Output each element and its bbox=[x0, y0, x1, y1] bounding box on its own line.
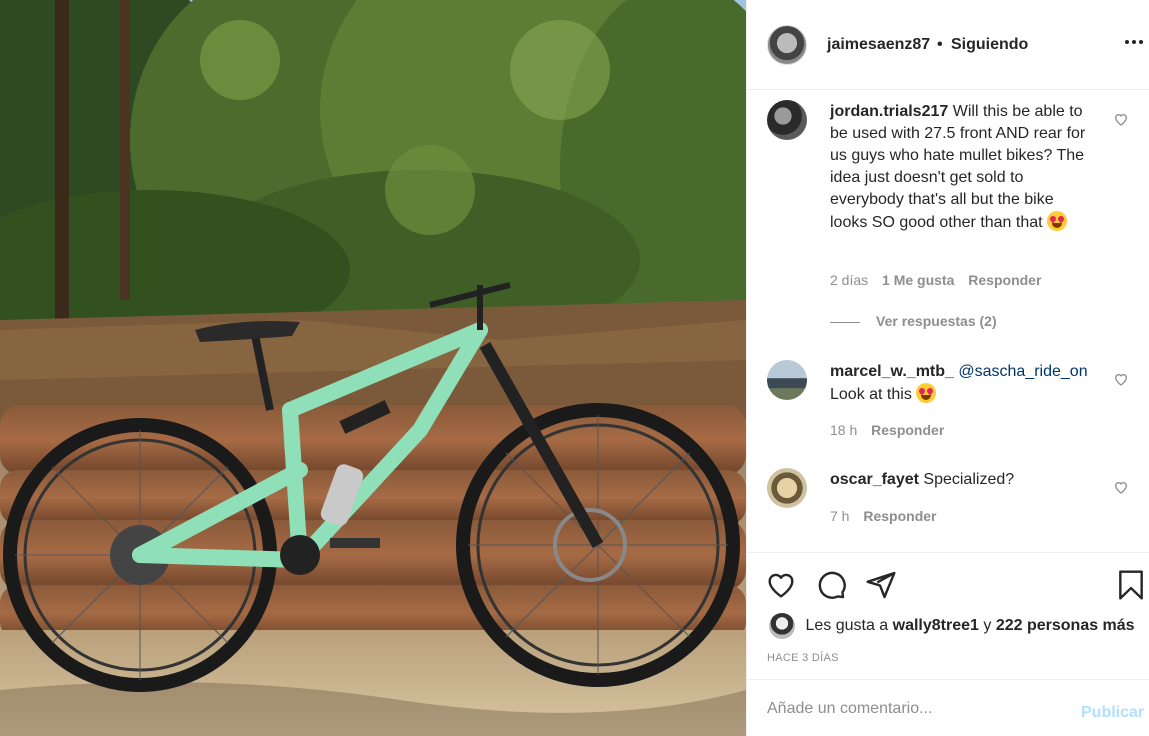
likes-prefix: Les gusta a bbox=[805, 617, 889, 635]
comment-like-heart-icon[interactable] bbox=[1113, 371, 1129, 387]
add-comment-bar: Publicar bbox=[747, 679, 1149, 736]
comment-username[interactable]: oscar_fayet bbox=[830, 471, 919, 488]
post-header: jaimesaenz87 • Siguiendo bbox=[747, 0, 1149, 90]
bookmark-icon[interactable] bbox=[1115, 569, 1147, 601]
comment-time[interactable]: 2 días bbox=[830, 272, 868, 288]
liker-username[interactable]: wally8tree1 bbox=[893, 617, 979, 634]
likes-others-link[interactable]: 222 personas más bbox=[996, 617, 1135, 634]
comment-username[interactable]: marcel_w._mtb_ bbox=[830, 363, 954, 380]
post-actions: Les gusta a wally8tree1 y 222 personas m… bbox=[747, 552, 1149, 679]
commenter-avatar[interactable] bbox=[767, 468, 807, 508]
comment-meta: 7 h Responder bbox=[830, 508, 946, 524]
comments-list[interactable]: jordan.trials217 Will this be able to be… bbox=[747, 91, 1149, 552]
comment-text: jordan.trials217 Will this be able to be… bbox=[830, 101, 1095, 234]
header-separator: • bbox=[937, 36, 943, 53]
comment-mention[interactable]: @sascha_ride_on bbox=[958, 363, 1087, 380]
post-photo[interactable] bbox=[0, 0, 746, 736]
liker-avatar[interactable] bbox=[769, 613, 795, 639]
comment-body: Look at this bbox=[830, 386, 912, 403]
comment-like-heart-icon[interactable] bbox=[1113, 479, 1129, 495]
post-timestamp[interactable]: HACE 3 DÍAS bbox=[767, 652, 839, 664]
comment-text: oscar_fayet Specialized? bbox=[830, 469, 1095, 491]
heart-eyes-emoji bbox=[916, 383, 937, 403]
follow-status-button[interactable]: Siguiendo bbox=[951, 36, 1028, 54]
likes-summary: Les gusta a wally8tree1 y 222 personas m… bbox=[769, 613, 1135, 639]
view-replies-label: Ver respuestas (2) bbox=[876, 313, 997, 329]
heart-icon[interactable] bbox=[765, 569, 797, 601]
comment-meta: 2 días 1 Me gusta Responder bbox=[830, 272, 1051, 288]
comment-input[interactable] bbox=[767, 700, 1067, 718]
view-replies-button[interactable]: Ver respuestas (2) bbox=[830, 313, 997, 329]
comment-icon[interactable] bbox=[815, 569, 847, 601]
heart-eyes-emoji bbox=[1047, 211, 1068, 231]
share-icon[interactable] bbox=[865, 569, 897, 601]
publish-button[interactable]: Publicar bbox=[1081, 704, 1144, 722]
mountain-bike-image bbox=[0, 0, 746, 736]
likes-conjunction: y bbox=[983, 617, 992, 635]
comment-username[interactable]: jordan.trials217 bbox=[830, 103, 948, 120]
commenter-avatar[interactable] bbox=[767, 360, 807, 400]
post-sidebar: jaimesaenz87 • Siguiendo jordan.trials21… bbox=[746, 0, 1149, 736]
reply-button[interactable]: Responder bbox=[968, 272, 1041, 288]
author-username[interactable]: jaimesaenz87 bbox=[827, 36, 930, 54]
comment-time[interactable]: 7 h bbox=[830, 508, 849, 524]
comment-body: Specialized? bbox=[923, 471, 1015, 488]
author-avatar[interactable] bbox=[767, 25, 807, 65]
comment-body: Will this be able to be used with 27.5 f… bbox=[830, 103, 1086, 231]
more-options-icon[interactable] bbox=[1122, 30, 1146, 57]
comment-likes-count[interactable]: 1 Me gusta bbox=[882, 272, 954, 288]
comment-time[interactable]: 18 h bbox=[830, 422, 857, 438]
reply-button[interactable]: Responder bbox=[871, 422, 944, 438]
comment-text: marcel_w._mtb_ @sascha_ride_on Look at t… bbox=[830, 361, 1100, 406]
commenter-avatar[interactable] bbox=[767, 100, 807, 140]
comment-like-heart-icon[interactable] bbox=[1113, 111, 1129, 127]
comment-meta: 18 h Responder bbox=[830, 422, 954, 438]
replies-divider bbox=[830, 321, 860, 323]
reply-button[interactable]: Responder bbox=[863, 508, 936, 524]
